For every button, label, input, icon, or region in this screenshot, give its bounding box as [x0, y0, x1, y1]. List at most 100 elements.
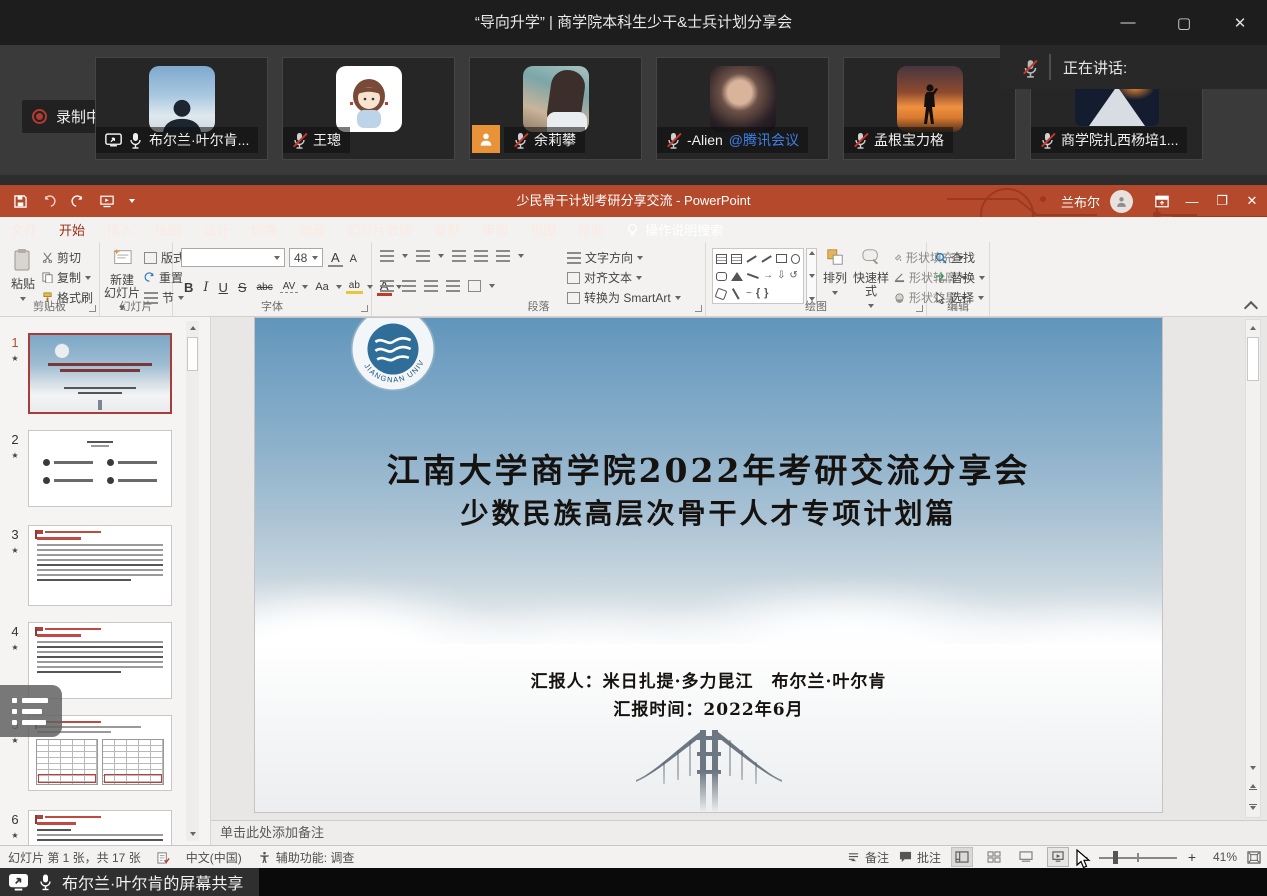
character-spacing-button[interactable]: AV [280, 281, 299, 293]
undo-icon[interactable] [42, 195, 56, 208]
comments-toggle-button[interactable]: 批注 [899, 849, 941, 866]
tab-slideshow[interactable]: 幻灯片放映 [336, 217, 423, 242]
bold-button[interactable]: B [181, 280, 196, 295]
change-case-button[interactable]: Aa [312, 281, 331, 293]
ppt-restore-button[interactable]: ❐ [1207, 185, 1237, 217]
highlight-color-button[interactable]: ab [346, 280, 363, 294]
paragraph-dialog-launcher[interactable] [695, 305, 702, 312]
slide-sorter-view-button[interactable] [983, 847, 1005, 867]
align-left-icon[interactable] [380, 280, 394, 292]
paste-button[interactable]: 粘贴 [6, 248, 40, 304]
spell-check-icon[interactable] [157, 851, 170, 864]
ribbon-display-options-icon[interactable] [1147, 185, 1177, 217]
account-name[interactable]: 兰布尔 [1061, 192, 1100, 211]
italic-button[interactable]: I [200, 280, 211, 295]
normal-view-button[interactable] [951, 847, 973, 867]
video-tile[interactable]: 布尔兰·叶尔肯... [95, 57, 268, 160]
fit-slide-to-window-icon[interactable] [1247, 851, 1261, 864]
tab-file[interactable]: 文件 [0, 217, 48, 242]
video-tile[interactable]: 余莉攀 [469, 57, 642, 160]
current-slide[interactable]: JIANGNAN UNIVERSITY 江南大学商学院2022年考研交流分享会 … [255, 318, 1162, 812]
reading-view-button[interactable] [1015, 847, 1037, 867]
slide-1-thumbnail[interactable] [28, 333, 172, 414]
meeting-maximize-button[interactable]: ▢ [1171, 10, 1197, 36]
font-dialog-launcher[interactable] [361, 305, 368, 312]
video-tile[interactable]: 孟根宝力格 [843, 57, 1016, 160]
cut-icon [42, 252, 53, 263]
tab-transitions[interactable]: 切换 [240, 217, 288, 242]
tab-draw[interactable]: 绘图 [144, 217, 192, 242]
cut-button[interactable]: 剪切 [42, 249, 81, 266]
decrease-indent-icon[interactable] [452, 250, 466, 262]
notes-toggle-button[interactable]: 备注 [847, 849, 889, 866]
bullets-icon[interactable] [380, 250, 394, 262]
group-label: 段落 [372, 298, 705, 314]
next-slide-button[interactable] [1246, 799, 1260, 815]
justify-icon[interactable] [446, 280, 460, 292]
slide-2-thumbnail[interactable] [28, 430, 172, 507]
video-tile[interactable]: 王璁 [282, 57, 455, 160]
font-name-combobox[interactable] [181, 248, 285, 267]
copy-button[interactable]: 复制 [42, 269, 91, 286]
replace-button[interactable]: 替换 [935, 269, 985, 286]
ppt-minimize-button[interactable]: — [1177, 185, 1207, 217]
tab-home[interactable]: 开始 [48, 217, 96, 242]
ribbon-group-editing: 查找 替换 选择 编辑 [927, 242, 990, 316]
previous-slide-button[interactable] [1246, 779, 1260, 795]
tab-review[interactable]: 审阅 [471, 217, 519, 242]
slideshow-view-button[interactable] [1047, 847, 1069, 867]
slide-title-line1: 江南大学商学院2022年考研交流分享会 [255, 444, 1162, 492]
increase-indent-icon[interactable] [474, 250, 488, 262]
shrink-font-button[interactable]: A [347, 253, 360, 265]
thumbnail-scrollbar[interactable] [186, 321, 199, 841]
line-spacing-icon[interactable] [496, 250, 510, 262]
drawing-dialog-launcher[interactable] [916, 305, 923, 312]
account-avatar[interactable] [1110, 190, 1133, 213]
tab-record[interactable]: 录制 [423, 217, 471, 242]
slide-3-thumbnail[interactable] [28, 525, 172, 606]
accessibility-status[interactable]: 辅助功能: 调查 [258, 849, 355, 866]
tab-view[interactable]: 视图 [519, 217, 567, 242]
zoom-in-button[interactable]: + [1187, 849, 1197, 865]
meeting-floating-panel-button[interactable] [0, 685, 62, 737]
slide-scrollbar[interactable] [1245, 319, 1261, 818]
tell-me-search[interactable]: 操作说明搜索 [627, 217, 723, 242]
strikethrough-button[interactable]: S [235, 280, 250, 295]
align-text-button[interactable]: 对齐文本 [567, 269, 642, 286]
zoom-level[interactable]: 41% [1207, 850, 1237, 864]
meeting-close-button[interactable]: ✕ [1227, 10, 1253, 36]
shape-gallery[interactable]: →⇩↺ ~{} [712, 248, 804, 304]
tab-help[interactable]: 帮助 [567, 217, 615, 242]
slide-presenter-line: 汇报人：米日扎提·多力昆江 布尔兰·叶尔肯 [255, 667, 1162, 692]
align-right-icon[interactable] [424, 280, 438, 292]
tab-insert[interactable]: 插入 [96, 217, 144, 242]
grow-font-button[interactable]: A [328, 250, 343, 267]
slide-6-thumbnail[interactable] [28, 810, 172, 845]
ppt-close-button[interactable]: ✕ [1237, 185, 1267, 217]
font-size-combobox[interactable]: 48 [289, 248, 323, 267]
arrange-button[interactable]: 排列 [820, 248, 850, 298]
align-center-icon[interactable] [402, 280, 416, 292]
video-tile[interactable]: -Alien@腾讯会议 [656, 57, 829, 160]
numbering-icon[interactable] [416, 250, 430, 262]
tab-animations[interactable]: 动画 [288, 217, 336, 242]
zoom-slider[interactable] [1099, 847, 1177, 867]
find-button[interactable]: 查找 [935, 249, 975, 266]
meeting-minimize-button[interactable]: — [1115, 10, 1141, 36]
notes-pane[interactable]: 单击此处添加备注 [211, 820, 1267, 845]
save-icon[interactable] [14, 195, 27, 208]
tab-design[interactable]: 设计 [192, 217, 240, 242]
slide-canvas[interactable]: JIANGNAN UNIVERSITY 江南大学商学院2022年考研交流分享会 … [211, 317, 1267, 820]
text-shadow-button[interactable]: abc [254, 282, 276, 293]
columns-icon[interactable] [468, 280, 481, 292]
active-speaker-badge [472, 125, 500, 153]
text-direction-button[interactable]: 文字方向 [567, 249, 643, 266]
language-indicator[interactable]: 中文(中国) [186, 849, 242, 866]
clipboard-dialog-launcher[interactable] [89, 305, 96, 312]
qat-customize-icon[interactable] [129, 199, 135, 203]
shape-gallery-scroll[interactable] [806, 248, 817, 304]
zoom-slider-thumb[interactable] [1113, 851, 1118, 864]
underline-button[interactable]: U [216, 280, 231, 295]
start-slideshow-icon[interactable] [100, 195, 114, 208]
redo-icon[interactable] [71, 195, 85, 208]
